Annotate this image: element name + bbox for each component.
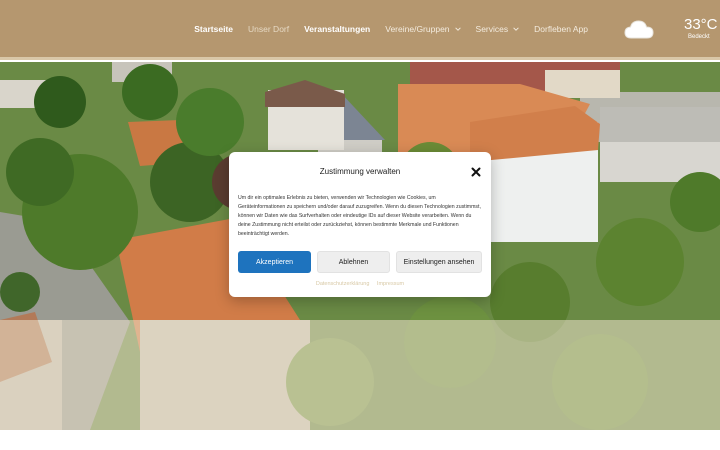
close-icon[interactable] (471, 167, 481, 177)
hero-fade-overlay (0, 320, 720, 430)
view-settings-button[interactable]: Einstellungen ansehen (396, 251, 482, 273)
deny-button[interactable]: Ablehnen (317, 251, 390, 273)
nav-dorfleben-app[interactable]: Dorfleben App (534, 24, 588, 34)
imprint-link[interactable]: Impressum (377, 281, 404, 287)
cloud-icon (624, 20, 654, 39)
nav-startseite[interactable]: Startseite (194, 24, 233, 34)
privacy-policy-link[interactable]: Datenschutzerklärung (316, 281, 370, 287)
nav-vereine-gruppen-label: Vereine/Gruppen (385, 24, 450, 34)
nav-unser-dorf[interactable]: Unser Dorf (248, 24, 289, 34)
weather-condition: Bedeckt (688, 34, 710, 40)
nav-services-label: Services (475, 24, 509, 34)
consent-title: Zustimmung verwalten (319, 167, 401, 176)
nav-services[interactable]: Services (476, 24, 520, 34)
chevron-down-icon (513, 27, 519, 31)
nav-veranstaltungen[interactable]: Veranstaltungen (304, 24, 370, 34)
accept-button[interactable]: Akzeptieren (238, 251, 311, 273)
cookie-consent-dialog: Zustimmung verwalten Um dir ein optimale… (229, 152, 491, 297)
weather-temperature: 33°C (684, 16, 718, 33)
consent-text: Um dir ein optimales Erlebnis zu bieten,… (238, 195, 481, 237)
main-nav: Startseite Unser Dorf Veranstaltungen Ve… (179, 0, 588, 58)
nav-vereine-gruppen[interactable]: Vereine/Gruppen (385, 24, 461, 34)
site-header: Startseite Unser Dorf Veranstaltungen Ve… (0, 0, 720, 60)
consent-links: Datenschutzerklärung Impressum (229, 281, 491, 287)
chevron-down-icon (454, 27, 461, 31)
